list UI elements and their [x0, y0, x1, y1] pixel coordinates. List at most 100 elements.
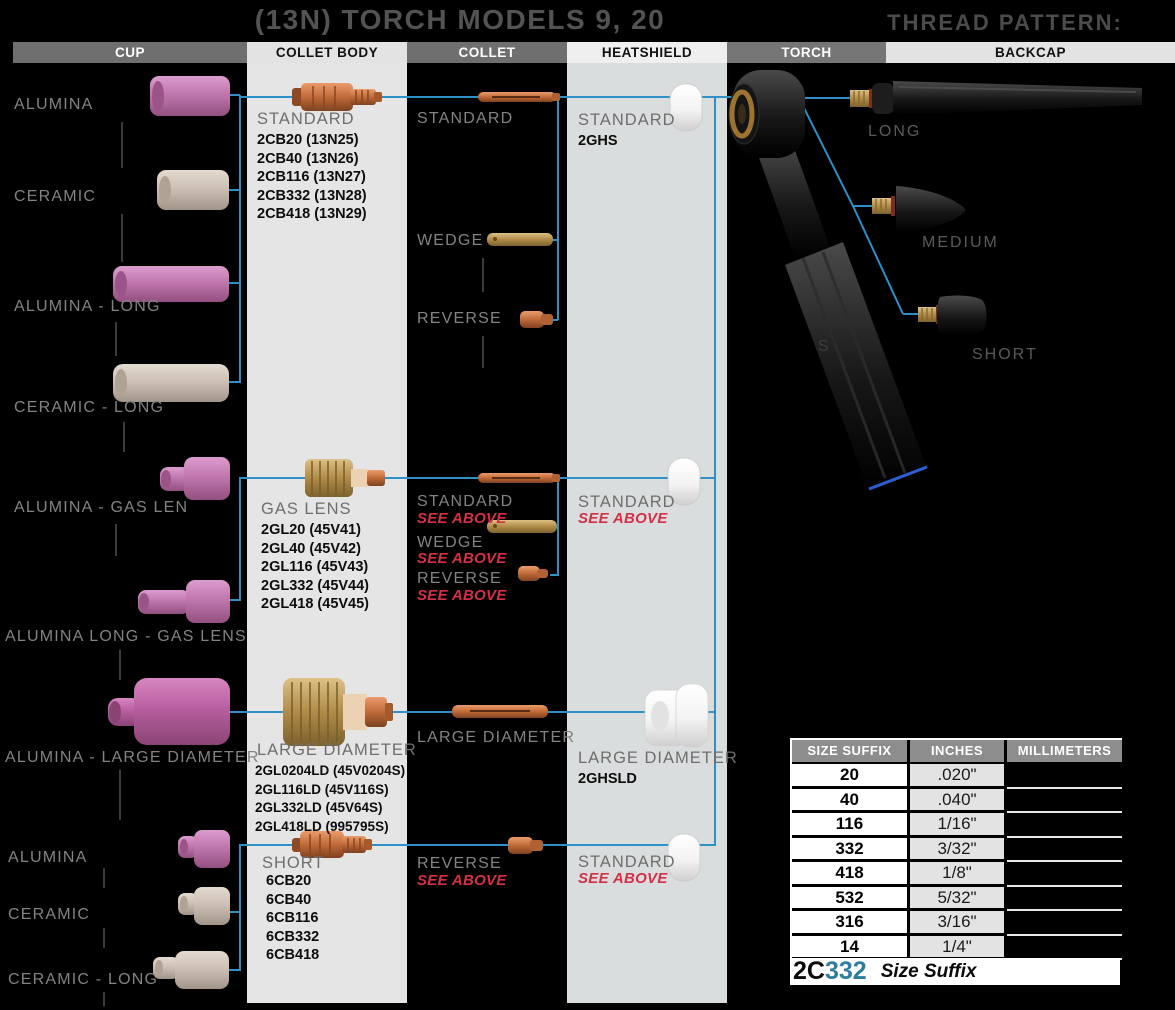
heatshield-standard-3-see-above: SEE ABOVE	[578, 870, 668, 887]
collet-standard-2-see-above: SEE ABOVE	[417, 510, 507, 527]
inches-cell: 3/32"	[910, 838, 1007, 863]
part-number: 2GL0204LD (45V0204S)	[255, 762, 405, 781]
size-suffix-cell: 532	[792, 887, 910, 912]
collet-reverse-3-label: REVERSE	[417, 855, 502, 873]
cup-label-alumina-long: ALUMINA - LONG	[14, 298, 161, 316]
table-header-millimeters: MILLIMETERS	[1007, 740, 1122, 764]
table-row: 332 3/32"	[792, 838, 1122, 863]
collet-reverse-image	[520, 311, 553, 328]
part-number: 2CB418 (13N29)	[257, 205, 367, 224]
cup-alumina-gas-lens-image	[160, 457, 230, 500]
table-row: 532 5/32"	[792, 887, 1122, 912]
millimeters-cell	[1007, 936, 1122, 961]
size-suffix-cell: 116	[792, 813, 910, 838]
heatshield-standard-2-see-above: SEE ABOVE	[578, 510, 668, 527]
part-number: 2GL418LD (995795S)	[255, 818, 405, 837]
cup-ceramic-image	[157, 170, 229, 210]
collet-standard-label: STANDARD	[417, 110, 513, 128]
backcap-long-label: LONG	[868, 123, 921, 141]
collet-body-gas-lens-parts: 2GL20 (45V41) 2GL40 (45V42) 2GL116 (45V4…	[261, 521, 369, 614]
collet-wedge-2-see-above: SEE ABOVE	[417, 550, 507, 567]
cup-alumina-long-image	[113, 266, 229, 302]
column-header-heatshield: HEATSHIELD	[567, 42, 727, 63]
cup-alumina-image	[150, 76, 230, 116]
size-suffix-cell: 332	[792, 838, 910, 863]
collet-reverse-3-image	[508, 837, 543, 854]
size-suffix-cell: 40	[792, 789, 910, 814]
column-header-cup: CUP	[13, 42, 247, 63]
part-number: 2GL20 (45V41)	[261, 521, 369, 540]
backcap-medium-image	[872, 186, 966, 233]
collet-reverse-3-see-above: SEE ABOVE	[417, 872, 507, 889]
millimeters-cell	[1007, 911, 1122, 936]
inches-cell: .020"	[910, 764, 1007, 789]
size-suffix-example: 2C332 Size Suffix	[790, 958, 1120, 985]
cup-label-alumina-gas-lens: ALUMINA - GAS LEN	[14, 499, 188, 517]
collet-reverse-2-see-above: SEE ABOVE	[417, 587, 507, 604]
inches-cell: 5/32"	[910, 887, 1007, 912]
collet-large-diameter-label: LARGE DIAMETER	[417, 729, 575, 747]
table-header-size-suffix: SIZE SUFFIX	[792, 740, 910, 764]
backcap-long-image	[850, 81, 1142, 115]
table-row: 40 .040"	[792, 789, 1122, 814]
cup-label-ceramic-long-short: CERAMIC - LONG	[8, 971, 158, 989]
part-number: 2GL418 (45V45)	[261, 595, 369, 614]
part-number: 6CB116	[266, 909, 319, 928]
table-header-inches: INCHES	[910, 740, 1007, 764]
column-header-torch: TORCH	[727, 42, 886, 63]
cup-label-alumina-long-gas-lens: ALUMINA LONG - GAS LENS	[5, 628, 247, 646]
example-label: Size Suffix	[881, 961, 977, 983]
heatshield-large-diameter-part: 2GHSLD	[578, 770, 637, 789]
page-title: (13N) TORCH MODELS 9, 20	[140, 4, 780, 36]
example-suffix: 332	[825, 957, 867, 986]
millimeters-cell	[1007, 789, 1122, 814]
millimeters-cell	[1007, 764, 1122, 789]
example-prefix: 2C	[793, 957, 825, 986]
collet-body-gas-lens-image	[305, 459, 385, 497]
collet-reverse-2-label: REVERSE	[417, 570, 502, 588]
collet-body-short-parts: 6CB20 6CB40 6CB116 6CB332 6CB418	[266, 872, 319, 965]
part-number: 2CB116 (13N27)	[257, 168, 367, 187]
size-suffix-cell: 418	[792, 862, 910, 887]
cup-label-alumina-short: ALUMINA	[8, 849, 88, 867]
part-number: 2GL116LD (45V116S)	[255, 781, 405, 800]
cup-label-ceramic: CERAMIC	[14, 188, 96, 206]
table-row: 20 .020"	[792, 764, 1122, 789]
column-header-collet: COLLET	[407, 42, 567, 63]
collet-body-standard-label: STANDARD	[257, 110, 355, 129]
cup-ceramic-short-image	[178, 887, 230, 925]
collet-standard-2-label: STANDARD	[417, 493, 513, 511]
collet-body-standard-image	[292, 83, 382, 111]
table-row: 418 1/8"	[792, 862, 1122, 887]
table-row: 116 1/16"	[792, 813, 1122, 838]
part-number: 2GL40 (45V42)	[261, 540, 369, 559]
table-header-row: SIZE SUFFIX INCHES MILLIMETERS	[792, 740, 1122, 764]
millimeters-cell	[1007, 862, 1122, 887]
part-number: 2CB20 (13N25)	[257, 131, 367, 150]
part-number: 2CB40 (13N26)	[257, 150, 367, 169]
collet-body-large-diameter-label: LARGE DIAMETER	[257, 741, 417, 760]
cup-label-alumina-large-diameter: ALUMINA - LARGE DIAMETER	[5, 749, 260, 767]
inches-cell: 3/16"	[910, 911, 1007, 936]
cup-ceramic-long-short-image	[153, 951, 229, 989]
heatshield-standard-part: 2GHS	[578, 132, 618, 151]
collet-large-diameter-image	[452, 705, 548, 718]
column-header-backcap: BACKCAP	[886, 42, 1175, 63]
millimeters-cell	[1007, 838, 1122, 863]
part-number: 2GL332 (45V44)	[261, 577, 369, 596]
collet-reverse-2-image	[518, 566, 548, 581]
part-number: 2CB332 (13N28)	[257, 187, 367, 206]
part-number: 6CB40	[266, 891, 319, 910]
cup-ceramic-long-image	[113, 364, 229, 402]
inches-cell: 1/8"	[910, 862, 1007, 887]
part-number: 6CB20	[266, 872, 319, 891]
part-number: 2GL116 (45V43)	[261, 558, 369, 577]
heatshield-standard-label: STANDARD	[578, 111, 676, 130]
column-header-collet-body: COLLET BODY	[247, 42, 407, 63]
backcap-medium-label: MEDIUM	[922, 234, 999, 252]
part-number: 2GL332LD (45V64S)	[255, 799, 405, 818]
cup-alumina-long-gas-lens-image	[138, 580, 230, 623]
cup-label-ceramic-short: CERAMIC	[8, 906, 90, 924]
table-row: 316 3/16"	[792, 911, 1122, 936]
part-number: 6CB418	[266, 946, 319, 965]
